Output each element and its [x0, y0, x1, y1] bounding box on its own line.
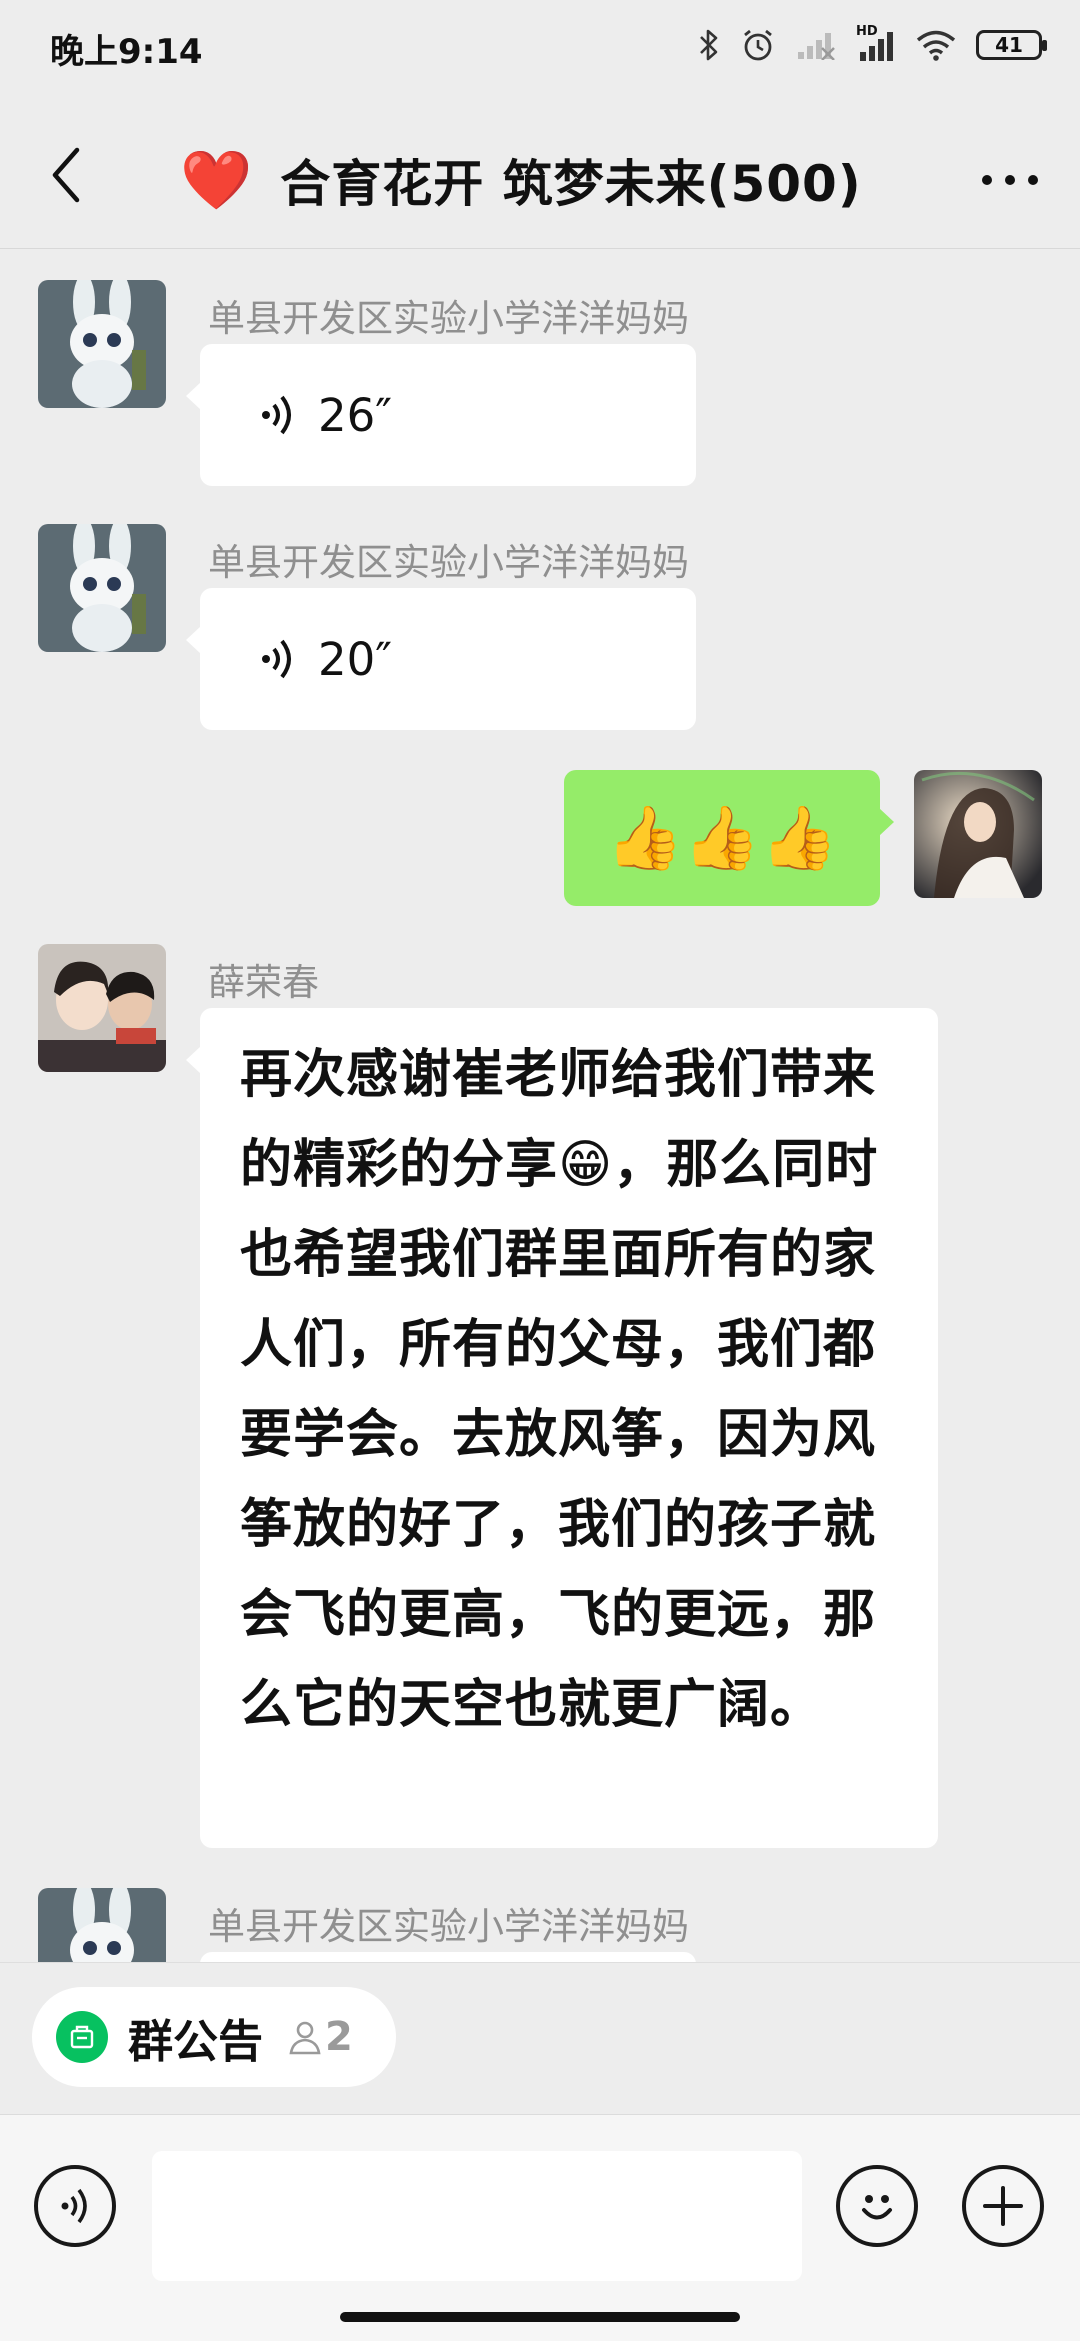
self-avatar[interactable]: [914, 770, 1042, 898]
signal-hd-icon: HD: [856, 24, 896, 62]
avatar-rabbit[interactable]: [38, 280, 166, 408]
voice-duration: 26″: [318, 388, 393, 442]
input-bar: [0, 2114, 1080, 2341]
more-button[interactable]: [970, 150, 1050, 210]
plus-button[interactable]: [962, 2165, 1044, 2247]
message-text: 再次感谢崔老师给我们带来的精彩的分享😁，那么同时也希望我们群里面所有的家人们，所…: [200, 1008, 938, 1772]
bluetooth-icon: [698, 28, 720, 62]
avatar-photo[interactable]: [38, 944, 166, 1072]
chat-title: ❤️ 合育花开 筑梦未来(500): [180, 140, 940, 220]
message-text-part: ，那么同时也希望我们群里面所有的家人们，所有的父母，我们都要学会。去放风筝，因为…: [240, 1135, 879, 1735]
voice-wave-icon: [262, 395, 291, 435]
announcement-button[interactable]: 群公告 2: [32, 1987, 396, 2087]
voice-wave-icon: [262, 639, 291, 679]
self-message-bubble[interactable]: 👍👍👍: [564, 770, 894, 906]
plus-icon: [983, 2186, 1023, 2226]
status-time: 晚上9:14: [50, 32, 203, 72]
more-dots-icon: [982, 175, 1038, 185]
battery-indicator: 41: [976, 30, 1047, 60]
hd-label: HD: [856, 24, 878, 39]
alarm-icon: [740, 27, 776, 63]
back-button[interactable]: [36, 135, 96, 215]
avatar-rabbit[interactable]: [38, 1888, 166, 1962]
announcement-bar: 群公告 2: [0, 1962, 1080, 2113]
sender-name: 单县开发区实验小学洋洋妈妈: [208, 1905, 689, 1948]
voice-message-bubble[interactable]: 20″: [186, 588, 696, 730]
voice-message-bubble[interactable]: 26″: [186, 344, 696, 486]
chat-header: ❤️ 合育花开 筑梦未来(500): [0, 90, 1080, 249]
announcement-icon: [56, 2011, 108, 2063]
emoji-button[interactable]: [836, 2165, 918, 2247]
avatar-rabbit[interactable]: [38, 524, 166, 652]
text-message-bubble[interactable]: 再次感谢崔老师给我们带来的精彩的分享😁，那么同时也希望我们群里面所有的家人们，所…: [186, 1008, 938, 1848]
signal-weak-icon: [796, 30, 836, 60]
announcement-label: 群公告: [128, 2014, 264, 2068]
person-icon: [289, 2021, 321, 2055]
thumbs-up-emojis: 👍👍👍: [606, 801, 838, 874]
smiley-icon: [862, 2195, 892, 2220]
home-indicator[interactable]: [340, 2312, 740, 2322]
voice-icon: [61, 2188, 87, 2224]
partial-message: 单县开发区实验小学洋洋妈妈: [0, 1880, 1080, 1962]
partial-bubble[interactable]: [200, 1952, 696, 1962]
sender-name: 薛荣春: [208, 961, 319, 1004]
chevron-left-icon: [52, 147, 80, 203]
group-name: 合育花开 筑梦未来(500): [280, 155, 862, 213]
status-icons: HD 41: [698, 20, 1047, 70]
message-input[interactable]: [152, 2151, 802, 2281]
reader-count: 2: [325, 2014, 353, 2060]
announcement-reader-count: 2: [285, 2014, 353, 2060]
sender-name: 单县开发区实验小学洋洋妈妈: [208, 297, 689, 340]
wifi-icon: [916, 29, 956, 61]
heart-emoji: ❤️: [180, 146, 253, 214]
voice-input-button[interactable]: [34, 2165, 116, 2247]
voice-duration: 20″: [318, 632, 393, 686]
status-bar: 晚上9:14 HD 41: [0, 0, 1080, 90]
sender-name: 单县开发区实验小学洋洋妈妈: [208, 541, 689, 584]
grin-emoji: 😁: [558, 1135, 614, 1195]
